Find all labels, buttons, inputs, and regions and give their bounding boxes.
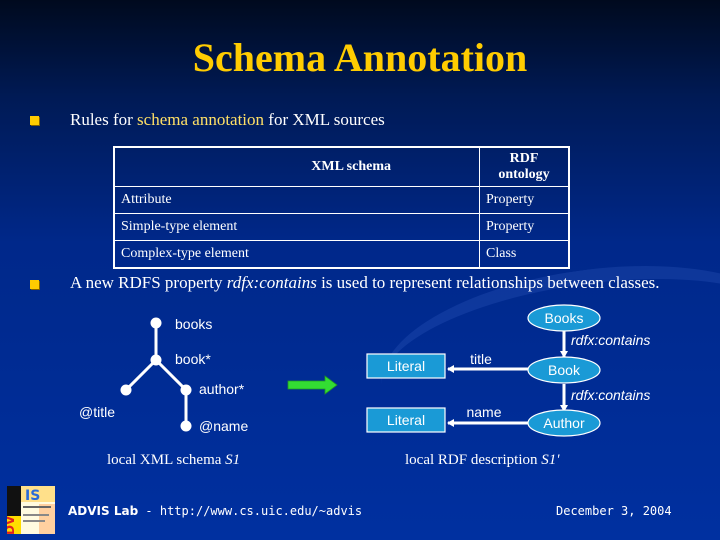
edge-label-contains-2: rdfx:contains bbox=[571, 387, 650, 403]
tree-label-name: @name bbox=[199, 418, 248, 434]
tree-label-title: @title bbox=[79, 404, 115, 420]
xml-schema-caption: local XML schema S1 bbox=[107, 452, 240, 469]
literal-label-2: Literal bbox=[387, 412, 425, 428]
footer-date: December 3, 2004 bbox=[556, 504, 672, 518]
logo-letters-left: ADV bbox=[7, 515, 17, 534]
rdf-caption-italic: S1' bbox=[541, 452, 560, 468]
transform-arrow-icon bbox=[287, 375, 338, 395]
tree-label-books: books bbox=[175, 316, 212, 332]
footer-lab-name: ADVIS Lab bbox=[68, 504, 139, 518]
tree-node-book bbox=[150, 354, 162, 366]
rdf-description-caption: local RDF description S1' bbox=[405, 452, 559, 469]
rdf-caption-text: local RDF description bbox=[405, 452, 542, 468]
tree-label-book: book* bbox=[175, 351, 211, 367]
rdf-graph: Books Book Author Literal Literal rdfx:c… bbox=[366, 304, 650, 437]
tree-label-author: author* bbox=[199, 381, 245, 397]
xml-caption-italic: S1 bbox=[225, 452, 241, 468]
tree-node-author bbox=[180, 384, 192, 396]
tree-node-name bbox=[180, 420, 192, 432]
tree-edge-book-title bbox=[124, 358, 158, 392]
class-label-books: Books bbox=[545, 310, 584, 326]
class-label-author: Author bbox=[543, 415, 585, 431]
xml-caption-text: local XML schema bbox=[107, 452, 226, 468]
edge-label-title: title bbox=[470, 351, 492, 367]
tree-node-books bbox=[150, 317, 162, 329]
edge-label-contains-1: rdfx:contains bbox=[571, 332, 650, 348]
xml-tree: books book* author* @title @name bbox=[79, 316, 248, 434]
footer-separator: - bbox=[138, 504, 160, 518]
footer-lab-link[interactable]: ADVIS Lab - http://www.cs.uic.edu/~advis bbox=[68, 504, 362, 518]
advis-logo-icon: ADV IS bbox=[7, 486, 55, 534]
literal-label-1: Literal bbox=[387, 358, 425, 374]
logo-letters-right: IS bbox=[25, 488, 40, 504]
tree-node-title bbox=[120, 384, 132, 396]
edge-label-name: name bbox=[466, 404, 501, 420]
footer-url[interactable]: http://www.cs.uic.edu/~advis bbox=[160, 504, 362, 518]
class-label-book: Book bbox=[548, 362, 581, 378]
